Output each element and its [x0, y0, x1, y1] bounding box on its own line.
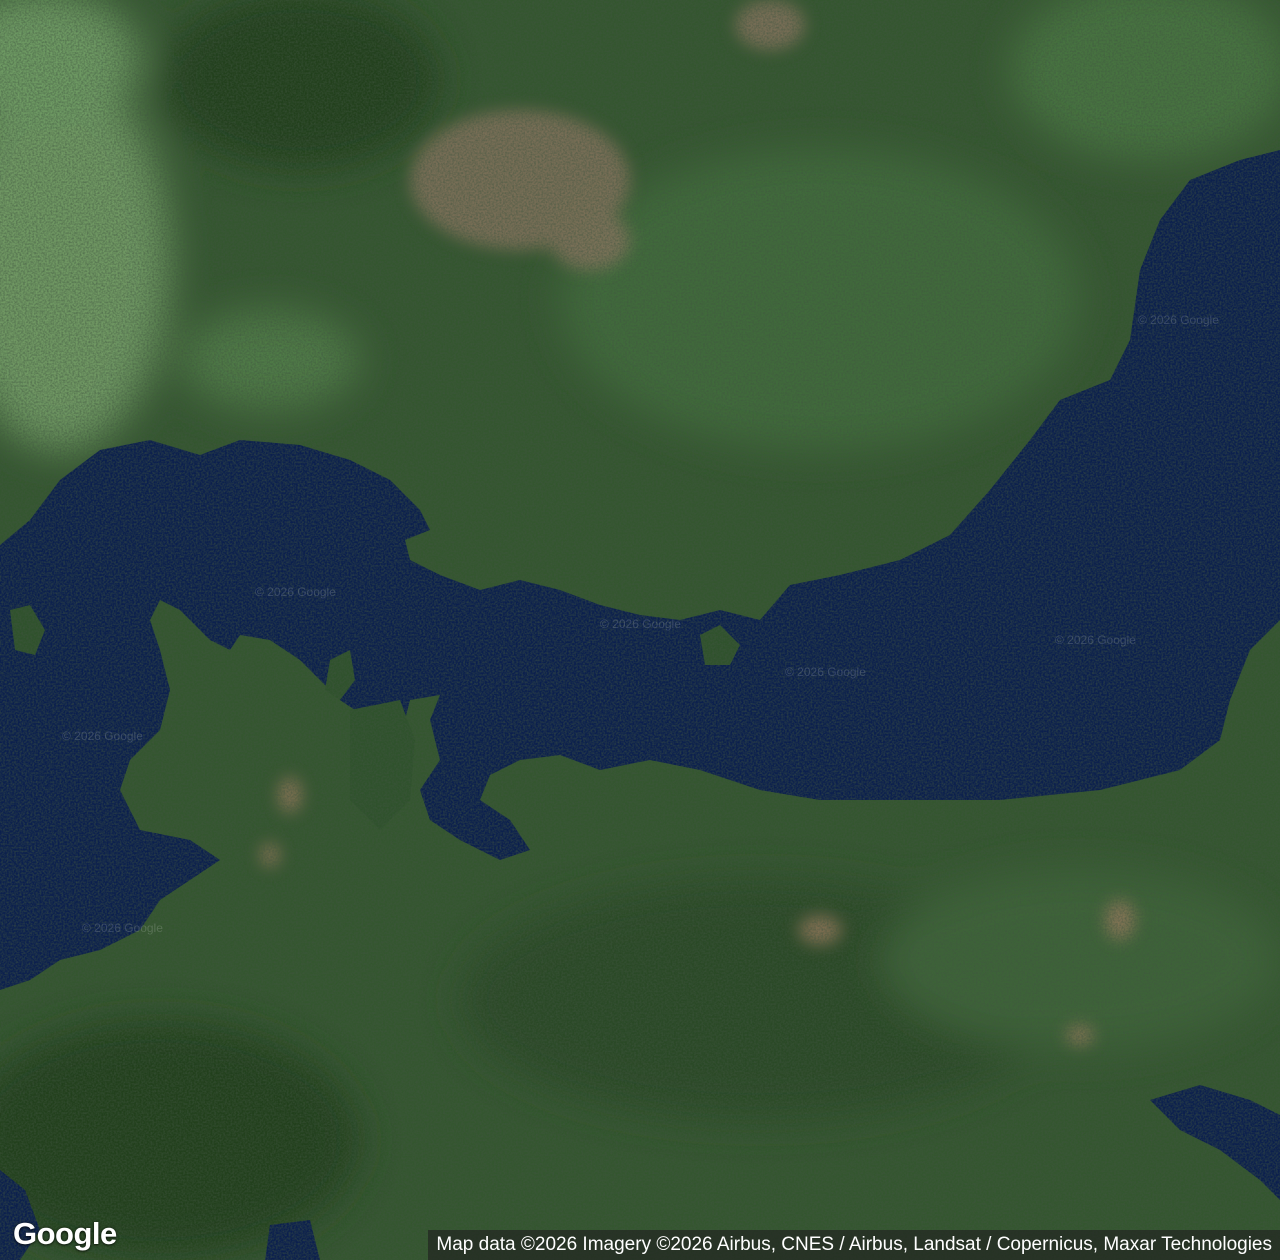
- satellite-imagery: [0, 0, 1280, 1260]
- map-attribution: Map data ©2026 Imagery ©2026 Airbus, CNE…: [428, 1230, 1280, 1260]
- google-logo[interactable]: Google: [13, 1216, 117, 1252]
- satellite-map[interactable]: © 2026 Google © 2026 Google © 2026 Googl…: [0, 0, 1280, 1260]
